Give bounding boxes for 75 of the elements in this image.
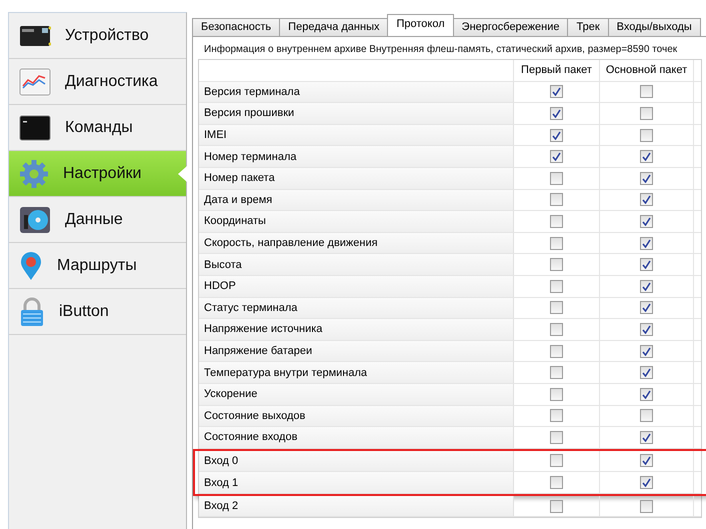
tab[interactable]: Безопасность (192, 18, 280, 36)
checkbox[interactable] (550, 150, 563, 164)
tab[interactable]: Трек (567, 18, 609, 36)
checkbox[interactable] (550, 430, 563, 444)
sidebar-item[interactable]: Настройки (9, 151, 186, 197)
checkbox[interactable] (550, 236, 563, 250)
checkbox[interactable] (640, 236, 653, 250)
parameter-name: Дата и время (199, 190, 514, 210)
parameter-name: Скорость, направление движения (199, 232, 514, 254)
checkbox[interactable] (640, 214, 653, 228)
terminal-icon (19, 114, 51, 140)
tab[interactable]: Передача данных (279, 18, 388, 36)
parameter-name: Вход 2 (199, 496, 514, 516)
parameter-name: Вход 0 (199, 450, 514, 472)
checkbox[interactable] (640, 409, 653, 422)
checkbox[interactable] (640, 322, 653, 336)
checkbox[interactable] (550, 280, 563, 293)
parameter-name: Ускорение (199, 384, 514, 404)
checkbox[interactable] (640, 150, 653, 164)
checkbox[interactable] (550, 128, 563, 142)
checkbox[interactable] (640, 430, 653, 444)
checkbox[interactable] (550, 409, 563, 422)
checkbox[interactable] (640, 500, 653, 513)
checkbox[interactable] (550, 106, 563, 120)
map-pin-icon (19, 250, 43, 280)
checkbox[interactable] (640, 85, 653, 98)
checkbox[interactable] (640, 476, 653, 490)
checkbox[interactable] (550, 476, 563, 490)
parameter-name: Номер терминала (199, 146, 514, 167)
checkbox[interactable] (550, 322, 563, 336)
checkbox[interactable] (640, 388, 653, 401)
chart-icon (19, 68, 51, 96)
checkbox[interactable] (550, 388, 563, 401)
checkbox[interactable] (550, 500, 563, 513)
column-header: Первый пакет (514, 60, 600, 81)
checkbox[interactable] (640, 454, 653, 468)
checkbox[interactable] (550, 193, 563, 206)
parameter-name: Координаты (199, 211, 514, 232)
checkbox[interactable] (640, 301, 653, 314)
column-header: Основной пакет (600, 60, 694, 81)
parameter-name: HDOP (199, 276, 514, 297)
archive-info-text: Информация о внутреннем архиве Внутренняя флеш-память, статический архив, размер=8590 точек (203, 43, 678, 57)
parameter-name: Вход 1 (199, 472, 514, 493)
parameter-name: Версия прошивки (199, 103, 514, 124)
parameter-name: Номер пакета (199, 168, 514, 189)
parameter-name: Статус терминала (199, 298, 514, 318)
checkbox[interactable] (640, 280, 653, 293)
checkbox[interactable] (640, 366, 653, 380)
checkbox[interactable] (640, 258, 653, 272)
parameter-name: Температура внутри терминала (199, 362, 514, 383)
parameter-name: Напряжение батареи (199, 340, 514, 362)
checkbox[interactable] (550, 344, 563, 358)
checkbox[interactable] (640, 172, 653, 185)
tab[interactable]: Энергосбережение (452, 18, 568, 36)
selection-pointer (178, 166, 187, 182)
checkbox[interactable] (640, 128, 653, 142)
checkbox[interactable] (550, 301, 563, 314)
checkbox[interactable] (550, 454, 563, 468)
parameter-name: Состояние выходов (199, 406, 514, 426)
gear-icon (19, 158, 49, 188)
checkbox[interactable] (550, 214, 563, 228)
checkbox[interactable] (640, 106, 653, 120)
checkbox[interactable] (550, 172, 563, 185)
tab[interactable]: Входы/выходы (608, 18, 701, 36)
checkbox[interactable] (640, 344, 653, 358)
parameter-name: Высота (199, 254, 514, 275)
checkbox[interactable] (550, 366, 563, 380)
parameter-name: Напряжение источника (199, 319, 514, 340)
parameter-name: Версия терминала (199, 82, 514, 102)
parameter-name: IMEI (199, 124, 514, 146)
parameter-name: Состояние входов (199, 427, 514, 448)
checkbox[interactable] (550, 85, 563, 98)
checkbox[interactable] (640, 193, 653, 206)
padlock-icon (19, 296, 45, 326)
checkbox[interactable] (550, 258, 563, 272)
